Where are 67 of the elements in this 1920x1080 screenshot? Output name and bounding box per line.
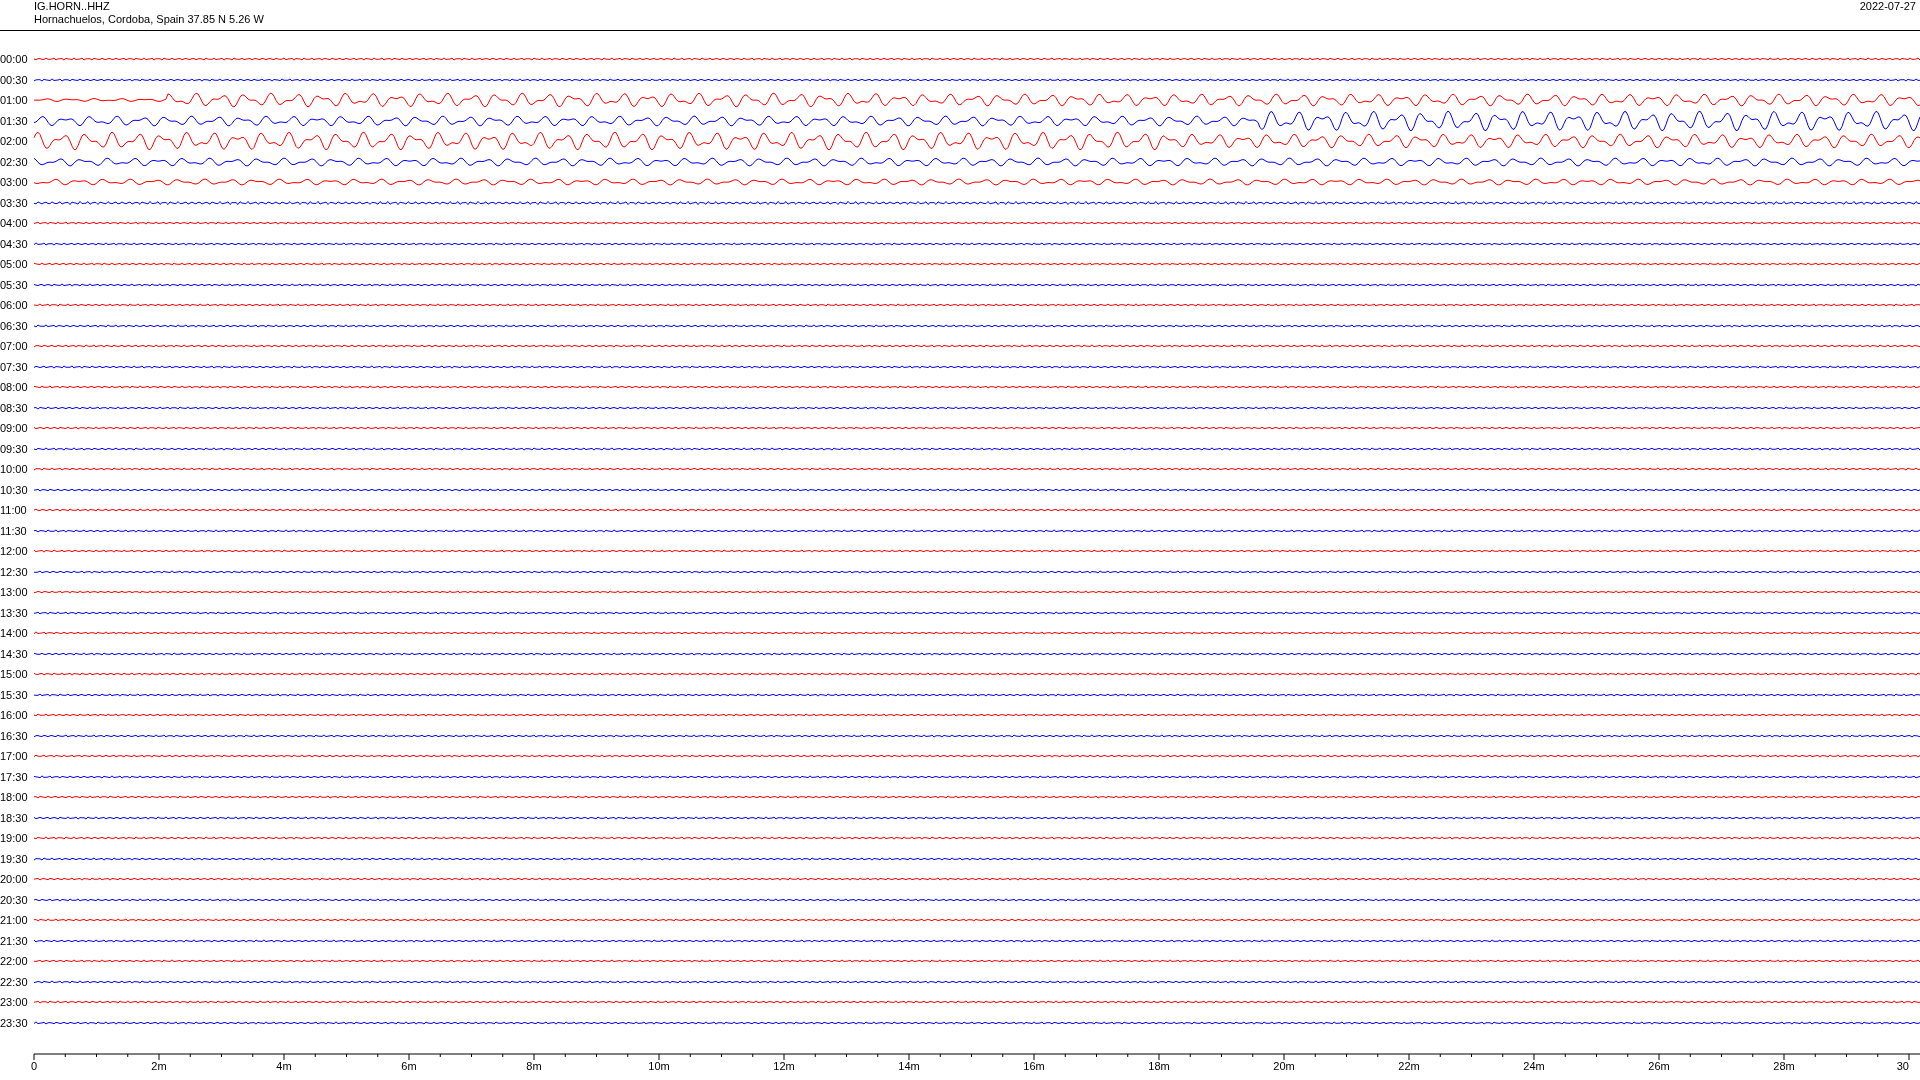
- time-label: 07:00: [0, 340, 29, 353]
- time-label: 01:30: [0, 114, 29, 127]
- time-label: 06:00: [0, 299, 29, 312]
- axis-tick-label: 28m: [1773, 1060, 1795, 1072]
- time-label: 17:00: [0, 750, 29, 763]
- date-label: 2022-07-27: [1859, 0, 1916, 14]
- axis-tick-label: 4m: [276, 1060, 292, 1072]
- time-label: 10:00: [0, 463, 29, 476]
- time-label: 11:30: [0, 524, 28, 537]
- time-label: 15:00: [0, 668, 29, 681]
- time-label: 16:00: [0, 709, 29, 722]
- time-label: 14:00: [0, 627, 29, 640]
- axis-tick-label: 24m: [1523, 1060, 1545, 1072]
- axis-tick-label: 0: [30, 1060, 38, 1072]
- time-label: 18:00: [0, 791, 29, 804]
- axis-tick-label: 2m: [151, 1060, 167, 1072]
- time-label: 08:30: [0, 401, 29, 414]
- station-location: Hornachuelos, Cordoba, Spain 37.85 N 5.26 W: [34, 13, 264, 26]
- axis-tick-label: 22m: [1398, 1060, 1420, 1072]
- axis-tick-label: 20m: [1273, 1060, 1295, 1072]
- time-label: 06:30: [0, 319, 29, 332]
- time-label: 11:00: [0, 504, 28, 517]
- time-label: 01:00: [0, 94, 29, 107]
- time-label: 08:00: [0, 381, 29, 394]
- time-label: 17:30: [0, 770, 29, 783]
- time-label: 19:00: [0, 832, 29, 845]
- time-label: 14:30: [0, 647, 29, 660]
- time-label: 05:30: [0, 278, 29, 291]
- time-label: 20:00: [0, 873, 29, 886]
- time-label: 04:30: [0, 237, 29, 250]
- time-label: 12:00: [0, 545, 29, 558]
- time-label: 05:00: [0, 258, 29, 271]
- time-label: 12:30: [0, 565, 29, 578]
- time-label: 21:00: [0, 914, 29, 927]
- axis-tick-label: 10m: [648, 1060, 670, 1072]
- time-label: 13:00: [0, 586, 29, 599]
- time-label: 13:30: [0, 606, 29, 619]
- axis-tick-label: 8m: [526, 1060, 542, 1072]
- time-label: 09:00: [0, 422, 29, 435]
- axis-tick-label: 6m: [401, 1060, 417, 1072]
- axis-tick-label: 26m: [1648, 1060, 1670, 1072]
- axis-tick-label: 18m: [1148, 1060, 1170, 1072]
- time-label: 23:30: [0, 1016, 29, 1029]
- time-label: 00:00: [0, 53, 29, 66]
- time-label: 09:30: [0, 442, 29, 455]
- time-label: 15:30: [0, 688, 29, 701]
- time-label: 23:00: [0, 996, 29, 1009]
- axis-tick-label: 16m: [1023, 1060, 1045, 1072]
- time-label: 03:00: [0, 176, 29, 189]
- time-label: 03:30: [0, 196, 29, 209]
- time-label: 20:30: [0, 893, 29, 906]
- time-label: 10:30: [0, 483, 29, 496]
- time-label: 18:30: [0, 811, 29, 824]
- axis-tick-label: 14m: [898, 1060, 920, 1072]
- time-label: 02:30: [0, 155, 29, 168]
- time-label: 22:30: [0, 975, 29, 988]
- station-code: IG.HORN..HHZ: [34, 0, 111, 13]
- time-label: 16:30: [0, 729, 29, 742]
- axis-tick-label: 12m: [773, 1060, 795, 1072]
- time-label: 19:30: [0, 852, 29, 865]
- time-label: 22:00: [0, 955, 29, 968]
- time-label: 02:00: [0, 135, 29, 148]
- axis-tick-label: 30: [1896, 1060, 1909, 1072]
- time-label: 00:30: [0, 73, 29, 86]
- time-label: 21:30: [0, 934, 29, 947]
- time-label: 04:00: [0, 217, 29, 230]
- time-label: 07:30: [0, 360, 29, 373]
